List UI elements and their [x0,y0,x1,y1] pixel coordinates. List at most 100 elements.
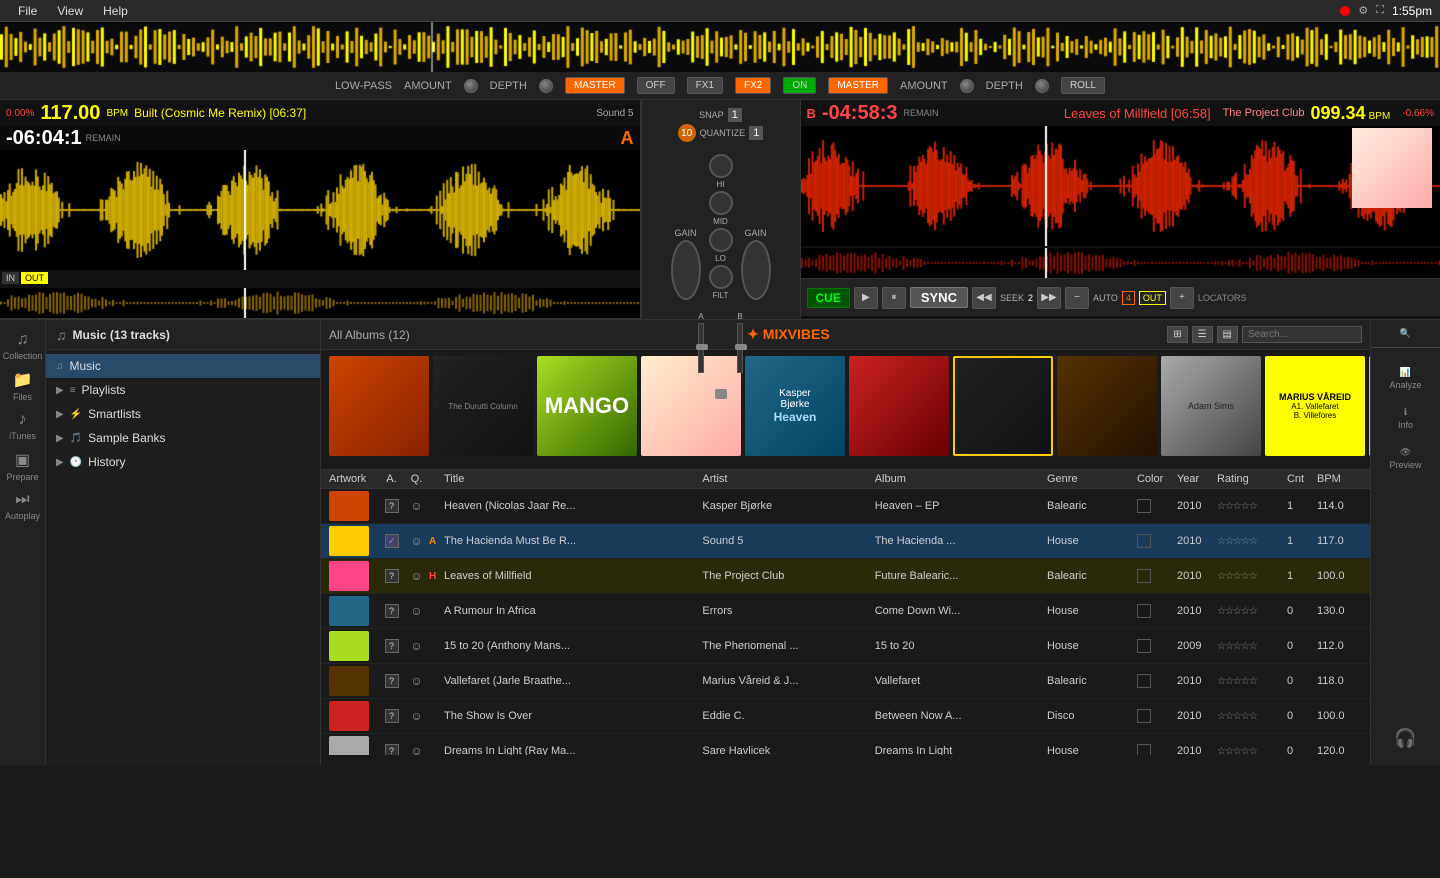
track-color-swatch[interactable] [1137,604,1151,618]
menu-file[interactable]: File [8,2,47,20]
info-btn[interactable]: ℹ Info [1379,400,1433,436]
table-row[interactable]: ? ☺ 15 to 20 (Anthony Mans... The Phenom… [321,629,1370,664]
table-row[interactable]: ? ☺ Heaven (Nicolas Jaar Re... Kasper Bj… [321,489,1370,524]
track-color-swatch[interactable] [1137,674,1151,688]
track-check-a[interactable]: ? [385,569,399,583]
cue-btn-b[interactable]: CUE [807,288,850,308]
album-3[interactable]: MANGO [537,356,637,456]
track-stars[interactable]: ☆☆☆☆☆ [1217,676,1257,687]
table-row[interactable]: ✓ ☺ A The Hacienda Must Be R... Sound 5 … [321,524,1370,559]
table-row[interactable]: ? ☺ Dreams In Light (Ray Ma... Sare Havl… [321,734,1370,755]
track-check-a[interactable]: ? [385,674,399,688]
track-color-swatch[interactable] [1137,709,1151,723]
roll-btn[interactable]: ROLL [1061,77,1105,94]
sidebar-item-playlists[interactable]: ▶ ≡ Playlists [46,378,320,402]
settings-icon[interactable]: ⚙ [1358,4,1368,17]
hi-knob[interactable] [709,154,733,178]
off-btn[interactable]: OFF [637,77,675,94]
locator-num-b[interactable]: 4 [1122,291,1135,305]
waveform-zoom-icon[interactable]: 🔍 [1400,328,1411,339]
album-1[interactable] [329,356,429,456]
amount2-knob[interactable] [960,79,974,93]
album-10[interactable]: MARIUS VÅREID A1. Vallefaret B. Villefor… [1265,356,1365,456]
menu-help[interactable]: Help [93,2,138,20]
fader-a[interactable] [698,323,704,373]
plus-btn-b[interactable]: + [1170,287,1194,309]
track-color-swatch[interactable] [1137,639,1151,653]
mid-knob[interactable] [709,191,733,215]
track-stars[interactable]: ☆☆☆☆☆ [1217,501,1257,512]
album-5[interactable]: Kasper Bjørke Heaven [745,356,845,456]
lo-knob[interactable] [709,228,733,252]
rewind-btn-b[interactable]: ◀◀ [972,287,996,309]
track-stars[interactable]: ☆☆☆☆☆ [1217,606,1257,617]
track-check-a[interactable]: ? [385,709,399,723]
fader-b[interactable] [737,323,743,373]
album-7[interactable] [953,356,1053,456]
pause-btn-b[interactable]: ⏸ [882,287,906,309]
table-row[interactable]: ? ☺ A Rumour In Africa Errors Come Down … [321,594,1370,629]
track-stars[interactable]: ☆☆☆☆☆ [1217,571,1257,582]
track-color-swatch[interactable] [1137,569,1151,583]
gain-b-knob[interactable] [741,240,771,300]
depth-knob[interactable] [539,79,553,93]
track-check-a[interactable]: ? [385,604,399,618]
album-4[interactable] [641,356,741,456]
prepare-btn[interactable]: ▣ Prepare [5,448,41,484]
track-stars[interactable]: ☆☆☆☆☆ [1217,746,1257,755]
loop-in-btn[interactable]: IN [2,272,19,284]
fx1-btn[interactable]: FX1 [687,77,723,94]
album-9[interactable]: Adam Sims [1161,356,1261,456]
out-marker-b[interactable]: OUT [1139,291,1166,305]
detail-view-btn[interactable]: ▤ [1217,326,1238,343]
master-btn-1[interactable]: MASTER [565,77,625,94]
minus-btn-b[interactable]: − [1065,287,1089,309]
loop-out-btn[interactable]: OUT [21,272,48,284]
sidebar-item-smartlists[interactable]: ▶ ⚡ Smartlists [46,402,320,426]
track-color-swatch[interactable] [1137,744,1151,755]
table-row[interactable]: ? ☺ H Leaves of Millfield The Project Cl… [321,559,1370,594]
on-btn[interactable]: ON [783,77,816,94]
snap-val: 1 [728,108,742,122]
depth2-knob[interactable] [1035,79,1049,93]
fullscreen-icon[interactable]: ⛶ [1376,4,1384,17]
sidebar-item-music[interactable]: ♫ Music [46,354,320,378]
album-6[interactable] [849,356,949,456]
search-input[interactable] [1242,326,1362,343]
gain-a-knob[interactable] [671,240,701,300]
track-title: Heaven (Nicolas Jaar Re... [444,500,702,512]
analyze-btn[interactable]: 📊 Analyze [1379,360,1433,396]
track-color-swatch[interactable] [1137,499,1151,513]
track-check-a[interactable]: ✓ [385,534,399,548]
headphones-btn[interactable]: 🎧 [1394,728,1416,757]
amount-knob[interactable] [464,79,478,93]
track-stars[interactable]: ☆☆☆☆☆ [1217,641,1257,652]
sidebar-item-history[interactable]: ▶ 🕐 History [46,450,320,474]
list-view-btn[interactable]: ☰ [1192,326,1213,343]
track-check-a[interactable]: ? [385,639,399,653]
files-btn[interactable]: 📁 Files [5,368,41,404]
menu-view[interactable]: View [47,2,93,20]
track-stars[interactable]: ☆☆☆☆☆ [1217,711,1257,722]
track-check-a[interactable]: ? [385,744,399,755]
sync-btn-b[interactable]: SYNC [910,287,968,308]
table-row[interactable]: ? ☺ The Show Is Over Eddie C. Between No… [321,699,1370,734]
track-check-a[interactable]: ? [385,499,399,513]
quantize-circle[interactable]: 10 [678,124,696,142]
collection-btn[interactable]: ♫ Collection [5,328,41,364]
album-2[interactable]: The Durutti Column [433,356,533,456]
track-color-swatch[interactable] [1137,534,1151,548]
album-8[interactable] [1057,356,1157,456]
table-row[interactable]: ? ☺ Vallefaret (Jarle Braathe... Marius … [321,664,1370,699]
forward-btn-b[interactable]: ▶▶ [1037,287,1061,309]
autoplay-btn[interactable]: ⏭ Autoplay [5,488,41,524]
track-stars[interactable]: ☆☆☆☆☆ [1217,536,1257,547]
preview-btn[interactable]: 👁 Preview [1379,440,1433,476]
sidebar-item-samplebanks[interactable]: ▶ 🎵 Sample Banks [46,426,320,450]
itunes-btn[interactable]: ♪ iTunes [5,408,41,444]
fx2-btn[interactable]: FX2 [735,77,771,94]
master-btn-2[interactable]: MASTER [828,77,888,94]
filt-knob[interactable] [709,265,733,289]
grid-view-btn[interactable]: ⊞ [1167,326,1187,343]
play-btn-b[interactable]: ▶ [854,287,878,309]
